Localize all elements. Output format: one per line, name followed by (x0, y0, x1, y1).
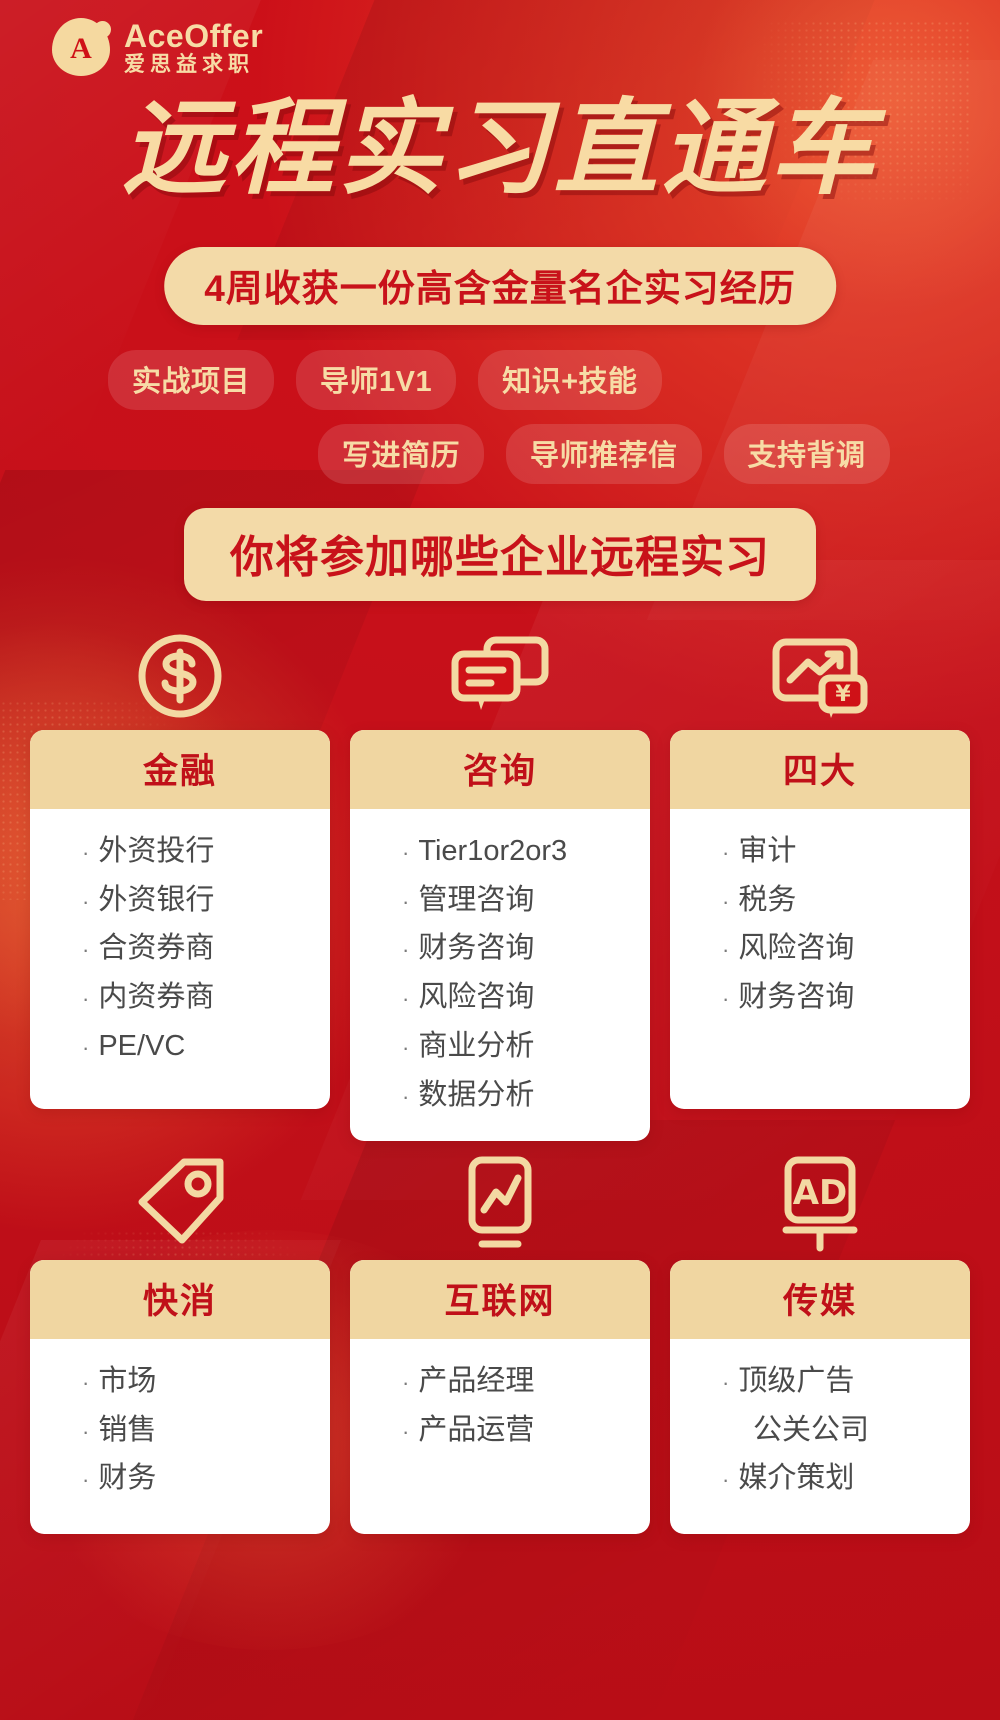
speech-bubbles-icon (445, 605, 555, 730)
feature-tag: 导师1V1 (296, 350, 457, 410)
hero-title: 远程实习直通车 (121, 87, 878, 209)
poster-root: A AceOffer 爱思益求职 远程实习直通车 4周收获一份高含金量名企实习经… (0, 0, 1000, 1720)
list-item: · 数据分析 (402, 1078, 535, 1111)
category-column-fmcg: 快消 · 市场 · 销售 · 财务 (30, 1135, 330, 1534)
list-item: · 财务咨询 (402, 932, 535, 965)
category-title: 快消 (30, 1260, 330, 1339)
category-grid-row-2: 快消 · 市场 · 销售 · 财务 互联网 · 产品经理 · 产品运营 AD 传… (30, 1135, 970, 1534)
category-column-internet: 互联网 · 产品经理 · 产品运营 (350, 1135, 650, 1534)
list-item: · 审计 (722, 835, 797, 867)
feature-tag: 实战项目 (108, 350, 275, 410)
ad-board-icon: AD (768, 1135, 872, 1260)
category-items: · 顶级广告 公关公司 · 媒介策划 (670, 1339, 970, 1534)
category-card: 四大 · 审计 · 税务 · 风险咨询 · 财务咨询 (670, 730, 970, 1109)
list-item: · 内资券商 (82, 981, 215, 1014)
brand-name-en: AceOffer (124, 17, 264, 54)
category-column-media: AD 传媒 · 顶级广告 公关公司 · 媒介策划 (670, 1135, 970, 1534)
category-items: · 市场 · 销售 · 财务 (30, 1339, 330, 1534)
list-item: · 管理咨询 (402, 883, 535, 916)
chart-yen-icon: ¥ (768, 605, 872, 730)
list-item: · 市场 (82, 1365, 157, 1397)
svg-text:¥: ¥ (835, 682, 851, 707)
list-item: · 财务 (82, 1462, 157, 1495)
feature-tag-row-2: 写进简历 导师推荐信 支持背调 (318, 424, 890, 484)
list-item: · 商业分析 (402, 1029, 535, 1062)
list-item: · 合资券商 (82, 932, 215, 965)
category-items: · 产品经理 · 产品运营 (350, 1339, 650, 1534)
category-card: 快消 · 市场 · 销售 · 财务 (30, 1260, 330, 1534)
feature-tag-row-1: 实战项目 导师1V1 知识+技能 (108, 350, 662, 410)
list-item: · 外资投行 (82, 835, 215, 867)
feature-tag: 支持背调 (723, 424, 890, 484)
list-item: · 风险咨询 (402, 981, 535, 1014)
category-title: 互联网 (350, 1260, 650, 1339)
category-card: 互联网 · 产品经理 · 产品运营 (350, 1260, 650, 1534)
category-column-consulting: 咨询 · Tier1or2or3 · 管理咨询 · 财务咨询 · 风险咨询 · 商业分析 … (350, 605, 650, 1142)
list-item: · 财务咨询 (722, 981, 855, 1014)
category-column-finance: 金融 · 外资投行 · 外资银行 · 合资券商 · 内资券商 · PE/VC (30, 605, 330, 1141)
category-card: 咨询 · Tier1or2or3 · 管理咨询 · 财务咨询 · 风险咨询 · 商业分析 … (350, 730, 650, 1142)
category-title: 四大 (670, 730, 970, 809)
list-item: · 风险咨询 (722, 932, 855, 965)
category-title: 传媒 (670, 1260, 970, 1339)
brand-name-cn: 爱思益求职 (124, 52, 254, 76)
svg-text:AD: AD (793, 1173, 848, 1213)
aceoffer-logo-icon: A (52, 18, 113, 76)
category-items: · 外资投行 · 外资银行 · 合资券商 · 内资券商 · PE/VC (30, 809, 330, 1109)
category-grid-row-1: 金融 · 外资投行 · 外资银行 · 合资券商 · 内资券商 · PE/VC 咨… (30, 605, 970, 1142)
logo-letter: A (70, 31, 92, 65)
list-item: · 税务 (722, 883, 797, 916)
dollar-coin-icon (132, 605, 228, 730)
list-item: 公关公司 (753, 1413, 870, 1446)
list-item: · PE/VC (82, 1029, 186, 1062)
category-card: 传媒 · 顶级广告 公关公司 · 媒介策划 (670, 1260, 970, 1534)
brand-logo: A AceOffer 爱思益求职 (52, 18, 263, 76)
feature-tag: 导师推荐信 (506, 424, 702, 484)
category-column-big-four: ¥ 四大 · 审计 · 税务 · 风险咨询 · 财务咨询 (670, 605, 970, 1141)
category-items: · 审计 · 税务 · 风险咨询 · 财务咨询 (670, 809, 970, 1109)
hero-subtitle-banner: 4周收获一份高含金量名企实习经历 (164, 247, 836, 325)
feature-tag: 写进简历 (318, 424, 485, 484)
list-item: · 外资银行 (82, 883, 215, 916)
category-card: 金融 · 外资投行 · 外资银行 · 合资券商 · 内资券商 · PE/VC (30, 730, 330, 1109)
list-item: · 产品经理 (402, 1365, 535, 1397)
category-items: · Tier1or2or3 · 管理咨询 · 财务咨询 · 风险咨询 · 商业分析 · 数据… (350, 809, 650, 1141)
list-item: · Tier1or2or3 (402, 835, 568, 867)
category-title: 金融 (30, 730, 330, 809)
price-tag-icon (128, 1135, 232, 1260)
category-title: 咨询 (350, 730, 650, 809)
list-item: · 产品运营 (402, 1413, 535, 1446)
list-item: · 顶级广告 (722, 1365, 855, 1397)
list-item: · 销售 (82, 1413, 157, 1446)
monitor-chart-icon (448, 1135, 552, 1260)
list-item: · 媒介策划 (722, 1462, 855, 1495)
section-heading: 你将参加哪些企业远程实习 (184, 508, 816, 601)
feature-tag: 知识+技能 (478, 350, 662, 410)
